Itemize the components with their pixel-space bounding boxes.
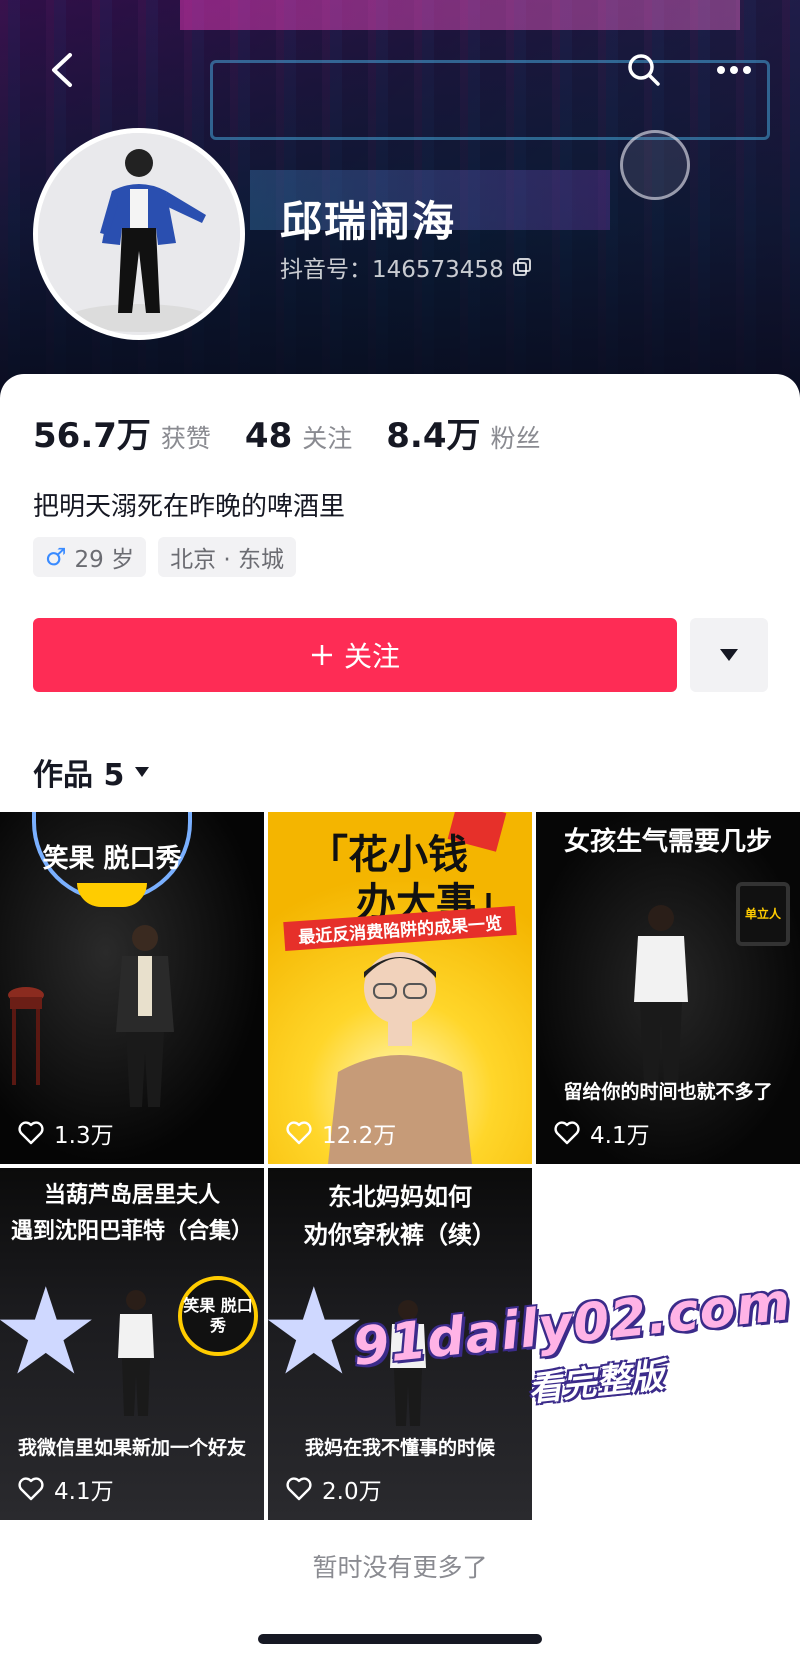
stat-value: 8.4万: [386, 416, 481, 456]
like-count-text: 2.0万: [322, 1479, 382, 1505]
like-count-text: 4.1万: [54, 1479, 114, 1505]
stat-followers[interactable]: 8.4万 粉丝: [386, 408, 540, 457]
performer-figure: [634, 905, 688, 1087]
like-count: 1.3万: [18, 1116, 114, 1150]
age-tag: ♂ 29 岁: [33, 537, 147, 577]
performer-figure: [116, 925, 174, 1107]
triangle-down-icon: [135, 767, 150, 777]
like-count-text: 1.3万: [54, 1123, 114, 1149]
show-logo: 笑果 脱口秀: [178, 1276, 258, 1356]
like-count-text: 4.1万: [590, 1123, 650, 1149]
more-options-button[interactable]: [712, 48, 756, 92]
recommend-dropdown-button[interactable]: [690, 618, 768, 692]
works-tab[interactable]: 作品 5: [33, 750, 150, 794]
more-dots-icon: [717, 66, 751, 74]
plus-icon: [311, 645, 332, 665]
like-count: 12.2万: [286, 1116, 396, 1150]
cover-title-line: 当葫芦岛居里夫人: [43, 1183, 220, 1208]
heart-outline-icon: [286, 1121, 312, 1145]
stage-sign: 单立人: [736, 882, 790, 946]
stat-value: 56.7万: [33, 416, 151, 456]
cover-caption: 我妈在我不懂事的时候: [304, 1437, 495, 1459]
stat-label: 关注: [302, 424, 353, 453]
show-logo: 笑果 脱口秀: [32, 812, 192, 907]
logo-smile: [77, 883, 147, 907]
male-icon: ♂: [45, 543, 67, 571]
like-count: 4.1万: [554, 1116, 650, 1150]
profile-tags: ♂ 29 岁 北京 · 东城: [33, 537, 297, 577]
like-count: 4.1万: [18, 1472, 114, 1506]
heart-outline-icon: [18, 1121, 44, 1145]
douyin-id: 抖音号：146573458: [280, 250, 532, 284]
video-tile[interactable]: 当葫芦岛居里夫人 遇到沈阳巴菲特（合集） ★ 笑果 脱口秀 我微信里如果新加一个…: [0, 1168, 264, 1520]
chevron-left-icon: [52, 53, 72, 87]
copy-icon[interactable]: [512, 257, 532, 277]
triangle-down-icon: [720, 649, 738, 661]
nickname: 邱瑞闹海: [280, 197, 457, 246]
cover-title-line: 东北妈妈如何: [328, 1183, 472, 1211]
cover-caption: 我微信里如果新加一个好友: [17, 1437, 246, 1459]
douyin-id-text: 抖音号：146573458: [280, 257, 504, 283]
cover-title: 东北妈妈如何 劝你穿秋裤（续）: [268, 1178, 532, 1254]
heart-outline-icon: [286, 1477, 312, 1501]
stat-likes[interactable]: 56.7万 获赞: [33, 408, 211, 457]
stat-value: 48: [244, 416, 293, 456]
cover-title-line: 劝你穿秋裤（续）: [304, 1221, 496, 1249]
works-tab-label: 作品 5: [33, 758, 125, 793]
avatar[interactable]: [33, 128, 245, 340]
logo-text: 笑果 脱口秀: [42, 844, 182, 874]
video-grid: 笑果 脱口秀 1.3万 「花小钱 办大事」 最近反消费陷阱的成果一览 12.2万…: [0, 812, 800, 1520]
follow-label: 关注: [343, 640, 400, 673]
back-button[interactable]: [40, 48, 84, 92]
performer-figure: [118, 1290, 154, 1416]
like-count: 2.0万: [286, 1472, 382, 1506]
age-text: 29 岁: [74, 547, 135, 573]
banner-decoration: [210, 60, 770, 140]
video-tile[interactable]: 笑果 脱口秀 1.3万: [0, 812, 264, 1164]
cover-title: 女孩生气需要几步: [563, 827, 772, 857]
video-tile[interactable]: 「花小钱 办大事」 最近反消费陷阱的成果一览 12.2万: [268, 812, 532, 1164]
avatar-photo: [38, 133, 240, 335]
star-decoration: ★: [0, 1263, 100, 1402]
profile-stats: 56.7万 获赞 48 关注 8.4万 粉丝: [33, 408, 575, 457]
bio: 把明天溺死在昨晚的啤酒里: [33, 492, 346, 522]
stool: [8, 987, 44, 1085]
video-tile[interactable]: 女孩生气需要几步 单立人 留给你的时间也就不多了 4.1万: [536, 812, 800, 1164]
banner-decoration: [180, 0, 740, 30]
banner-clock-decoration: [620, 130, 690, 200]
home-indicator[interactable]: [258, 1634, 542, 1644]
stat-following[interactable]: 48 关注: [245, 416, 352, 456]
no-more-text: 暂时没有更多了: [312, 1553, 488, 1582]
location-tag: 北京 · 东城: [158, 537, 297, 577]
search-icon: [628, 54, 660, 86]
cover-caption: 留给你的时间也就不多了: [563, 1081, 773, 1103]
heart-outline-icon: [18, 1477, 44, 1501]
like-count-text: 12.2万: [322, 1123, 397, 1149]
stat-label: 粉丝: [490, 424, 541, 453]
stat-label: 获赞: [160, 424, 211, 453]
follow-button[interactable]: 关注: [33, 618, 677, 692]
cover-title: 当葫芦岛居里夫人 遇到沈阳巴菲特（合集）: [0, 1178, 264, 1250]
search-button[interactable]: [622, 48, 666, 92]
heart-outline-icon: [554, 1121, 580, 1145]
cover-title-line: 遇到沈阳巴菲特（合集）: [10, 1219, 253, 1244]
